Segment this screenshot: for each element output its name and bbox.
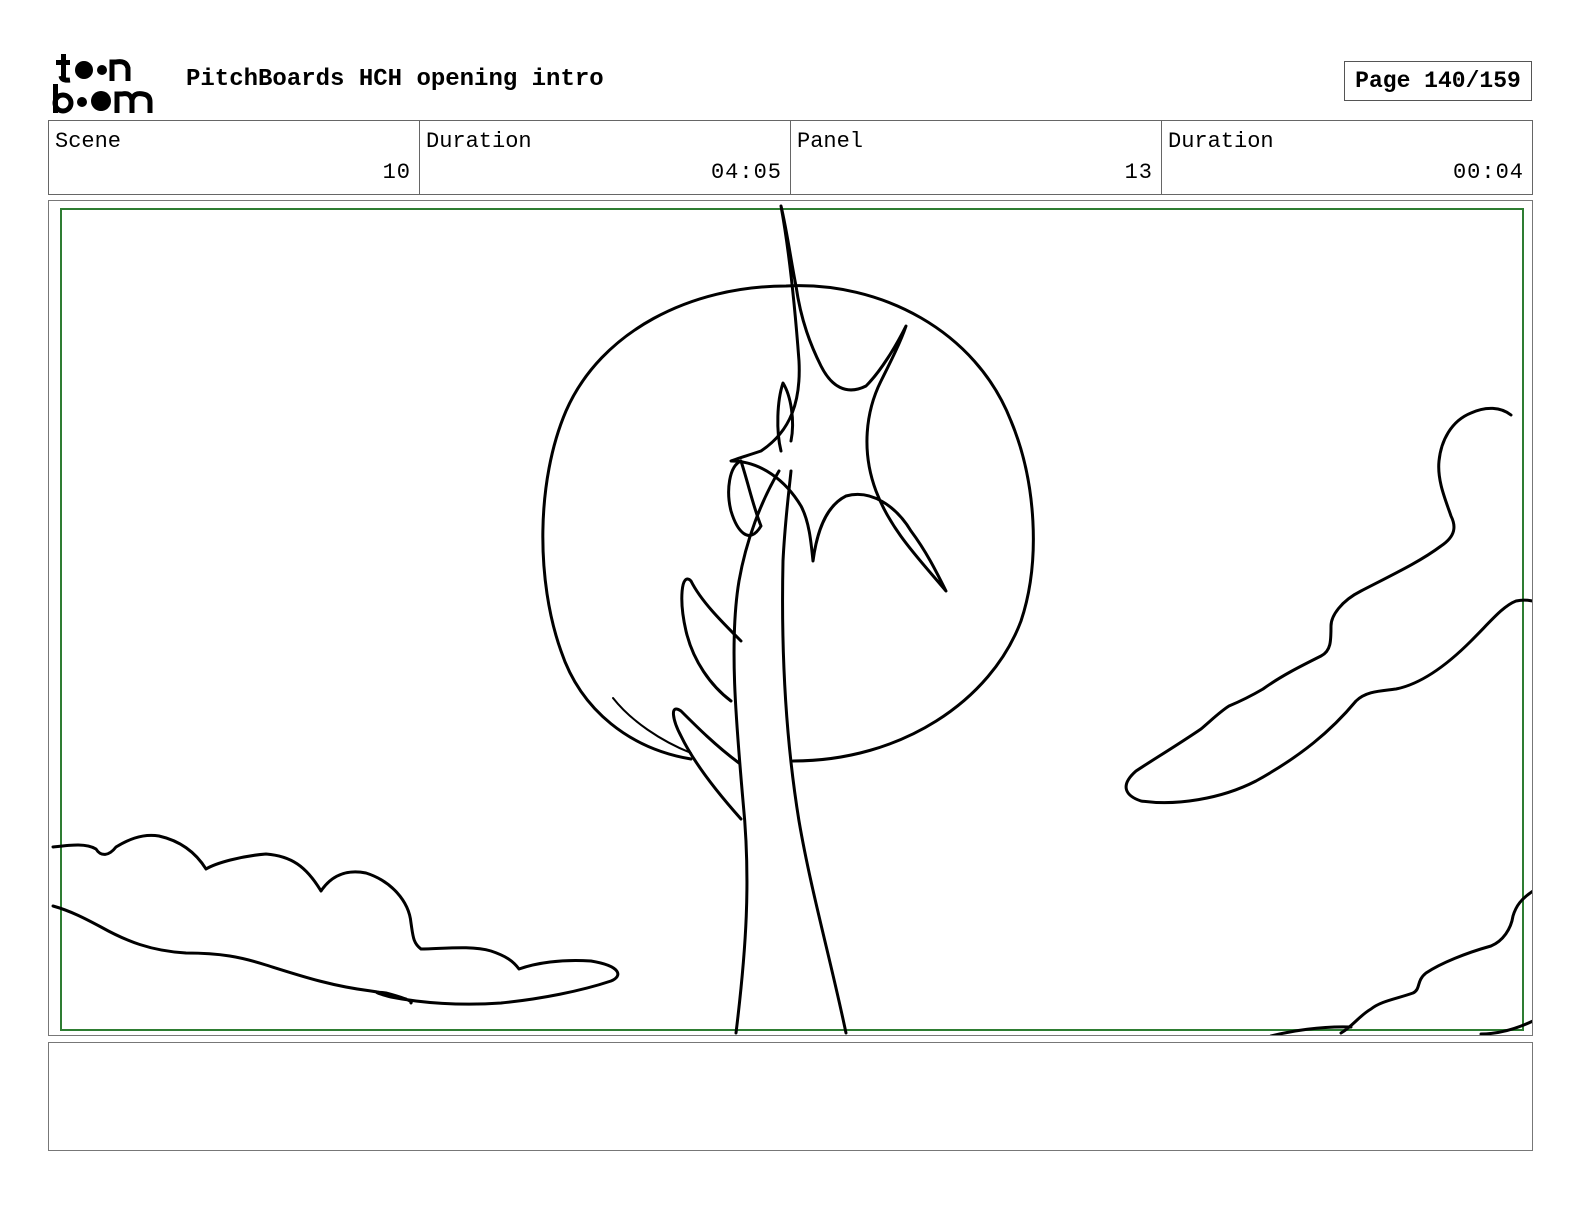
tree-top-spike (729, 204, 948, 593)
scene-value: 10 (382, 160, 411, 185)
scene-duration-cell: Duration 04:05 (420, 121, 791, 194)
panel-drawing (51, 204, 1532, 1035)
panel-cell: Panel 13 (791, 121, 1162, 194)
cloud-right-upper (1124, 406, 1532, 805)
panel-notes-box (48, 1042, 1533, 1151)
storyboard-panel (48, 200, 1533, 1036)
panel-duration-label: Duration (1168, 129, 1274, 154)
cloud-right-lower (1269, 889, 1532, 1035)
moon-sketch (541, 284, 1035, 763)
safe-area-frame (60, 208, 1524, 1031)
panel-duration-value: 00:04 (1452, 160, 1524, 185)
panel-value: 13 (1124, 160, 1153, 185)
scene-duration-label: Duration (426, 129, 532, 154)
page-indicator: Page 140/159 (1344, 61, 1532, 101)
tree-branch-3 (680, 577, 743, 703)
scene-cell: Scene 10 (49, 121, 420, 194)
toon-boom-logo (52, 54, 153, 114)
cloud-left-bottom (51, 904, 408, 1001)
panel-duration-cell: Duration 00:04 (1162, 121, 1532, 194)
tree-branch-2 (727, 459, 763, 537)
moon-inner-arc (612, 697, 692, 754)
tree-branch-4 (672, 707, 743, 821)
tree-trunk-left (732, 469, 781, 1035)
scene-info-table: Scene 10 Duration 04:05 Panel 13 Duratio… (48, 120, 1533, 195)
scene-label: Scene (55, 129, 122, 154)
document-title: PitchBoards HCH opening intro (186, 66, 604, 93)
scene-duration-value: 04:05 (710, 160, 782, 185)
cloud-left-top (51, 833, 620, 1006)
panel-label: Panel (797, 129, 864, 154)
